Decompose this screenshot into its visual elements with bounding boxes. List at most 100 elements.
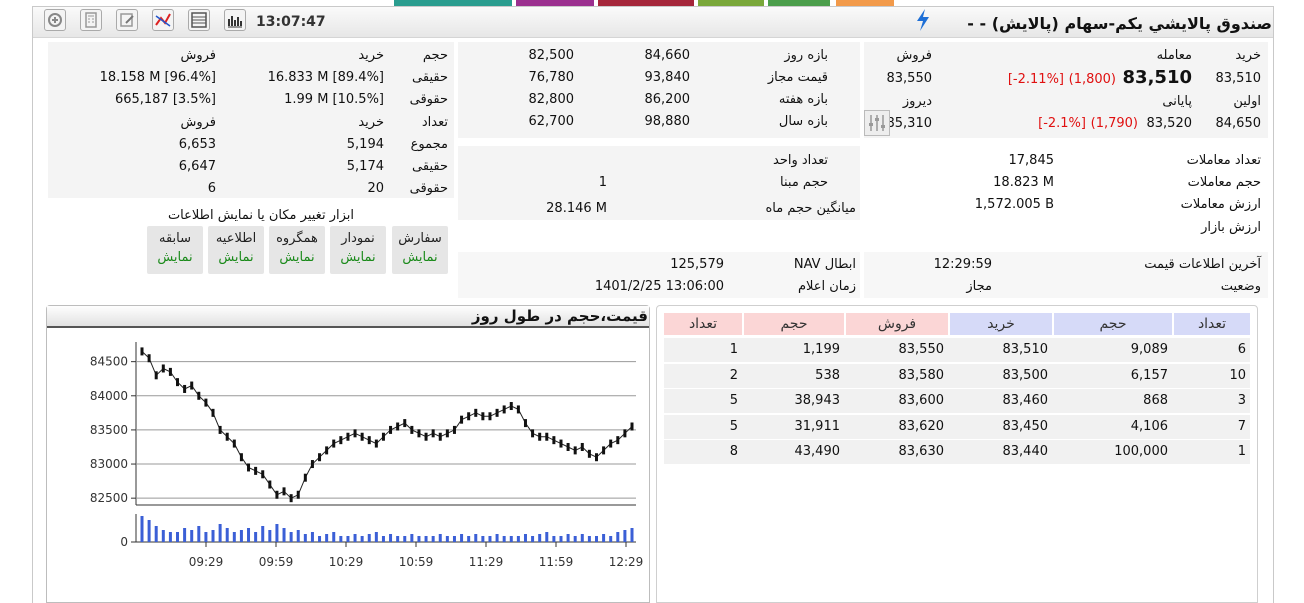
ob-buy-price: 83,510 xyxy=(1002,342,1049,357)
volume-bar xyxy=(509,536,513,542)
volume-bar xyxy=(545,532,549,542)
volume-bar xyxy=(623,530,627,542)
ob-sell-price: 83,630 xyxy=(898,444,945,459)
price-candle xyxy=(140,347,144,356)
clients-h-kharid: خرید xyxy=(358,48,384,63)
price-tick-label: 82500 xyxy=(90,491,128,505)
volume-bar xyxy=(452,536,456,542)
volume-bar xyxy=(481,536,485,542)
price-candle xyxy=(467,412,471,421)
group-button-show: نمایش xyxy=(279,250,315,265)
range-low-2: 82,800 xyxy=(528,92,575,107)
payani-percent: [-2.1%] xyxy=(1038,116,1086,131)
zoom-icon[interactable] xyxy=(44,9,66,31)
ob-buy-vol: 868 xyxy=(1143,393,1168,408)
group-button[interactable]: همگروه نمایش xyxy=(269,226,325,274)
range-label-2: بازه هفته xyxy=(778,92,828,107)
ob-h-buy-count: تعداد xyxy=(1174,313,1250,335)
price-tick-label: 84000 xyxy=(90,389,128,403)
order-button-label: سفارش xyxy=(398,231,442,246)
range-high-2: 86,200 xyxy=(644,92,691,107)
price-candle xyxy=(183,384,187,393)
ob-sell-count: 5 xyxy=(729,393,738,408)
notice-button[interactable]: اطلاعیه نمایش xyxy=(208,226,264,274)
clock: 13:07:47 xyxy=(256,14,326,30)
volume-bar xyxy=(190,530,194,542)
volume-bar xyxy=(381,536,385,542)
volume-bar xyxy=(239,530,243,542)
volume-bar xyxy=(502,536,506,542)
orderbook-row[interactable]: 6 9,089 83,510 83,550 1,199 1 xyxy=(664,338,1250,362)
orderbook-row[interactable]: 7 4,106 83,450 83,620 31,911 5 xyxy=(664,414,1250,439)
price-volume-chart[interactable]: 84500 84000 83500 83000 82500 0 09:29 09:59 10:2… xyxy=(48,330,648,598)
price-candle xyxy=(360,432,364,441)
technical-chart-icon[interactable] xyxy=(152,9,174,31)
range-label-1: قیمت مجاز xyxy=(767,70,828,85)
clients-majmoo: مجموع xyxy=(410,137,448,152)
volume-bar xyxy=(310,532,314,542)
avgvol-label: میانگین حجم ماه xyxy=(765,201,856,216)
calculator-icon[interactable] xyxy=(80,9,102,31)
price-candle xyxy=(346,432,350,441)
volume-bar xyxy=(516,536,520,542)
ob-buy-price: 83,450 xyxy=(1002,418,1049,434)
cnt-total-buy: 5,194 xyxy=(346,137,384,152)
order-button[interactable]: سفارش نمایش xyxy=(392,226,448,274)
volume-bar xyxy=(275,524,279,542)
cnt-legal-buy: 20 xyxy=(367,181,384,196)
market-label: ارزش بازار xyxy=(1201,220,1261,235)
avalin-value: 84,650 xyxy=(1215,116,1262,131)
volume-bar xyxy=(587,536,591,542)
history-button-show: نمایش xyxy=(157,250,193,265)
orderbook-row[interactable]: 10 6,157 83,500 83,580 538 2 xyxy=(664,363,1250,388)
price-candle xyxy=(211,408,215,417)
clients-panel xyxy=(48,42,454,198)
time-tick-label: 11:29 xyxy=(469,555,504,569)
price-candle xyxy=(424,432,428,441)
chart-button[interactable]: نمودار نمایش xyxy=(330,226,386,274)
volume-bar xyxy=(602,534,606,542)
chart-title: قیمت،حجم در طول روز xyxy=(471,307,648,325)
time-tick-label: 12:29 xyxy=(609,555,644,569)
table-icon[interactable] xyxy=(188,9,210,31)
chart-button-show: نمایش xyxy=(340,250,376,265)
status-value: مجاز xyxy=(966,279,992,294)
orderbook-row[interactable]: 1 100,000 83,440 83,630 43,490 8 xyxy=(664,440,1250,464)
ob-sell-vol: 43,490 xyxy=(794,444,841,459)
clients-haghighi-1: حقیقی xyxy=(412,70,448,85)
volume-bar xyxy=(566,534,570,542)
volume-bar xyxy=(211,530,215,542)
price-candle xyxy=(339,436,343,445)
last-info-value: 12:29:59 xyxy=(933,257,992,272)
price-candle xyxy=(147,354,151,363)
price-candle xyxy=(495,408,499,417)
price-candle xyxy=(431,429,435,438)
lightning-icon[interactable] xyxy=(914,9,932,31)
bar-chart-icon[interactable] xyxy=(224,9,246,31)
volume-bar xyxy=(396,536,400,542)
value-label: ارزش معاملات xyxy=(1180,197,1261,212)
ob-buy-vol: 4,106 xyxy=(1130,418,1168,434)
history-button[interactable]: سابقه نمایش xyxy=(147,226,203,274)
cnt-legal-sell: 6 xyxy=(207,181,216,196)
time-tick-label: 09:29 xyxy=(189,555,224,569)
vol-legal-buy: 1.99 M [10.5%] xyxy=(284,92,384,107)
price-candle xyxy=(452,425,456,434)
volume-bar xyxy=(289,532,293,542)
ob-sell-count: 1 xyxy=(729,342,738,357)
equalizer-icon[interactable] xyxy=(864,110,890,136)
clients-haghighi-2: حقیقی xyxy=(412,159,448,174)
ob-buy-count: 6 xyxy=(1237,342,1246,357)
volume-bar xyxy=(247,528,251,542)
price-candle xyxy=(573,446,577,455)
note-icon[interactable] xyxy=(116,9,138,31)
clients-h-kharid-2: خرید xyxy=(358,115,384,130)
unit-label: تعداد واحد xyxy=(773,153,828,168)
price-candle xyxy=(225,432,229,441)
volume-bar xyxy=(424,536,428,542)
orderbook-row[interactable]: 3 868 83,460 83,600 38,943 5 xyxy=(664,389,1250,413)
forush-label: فروش xyxy=(896,48,932,63)
volume-value: 18.823 M xyxy=(993,175,1054,190)
price-candle xyxy=(282,487,286,496)
ob-sell-vol: 31,911 xyxy=(794,418,841,434)
